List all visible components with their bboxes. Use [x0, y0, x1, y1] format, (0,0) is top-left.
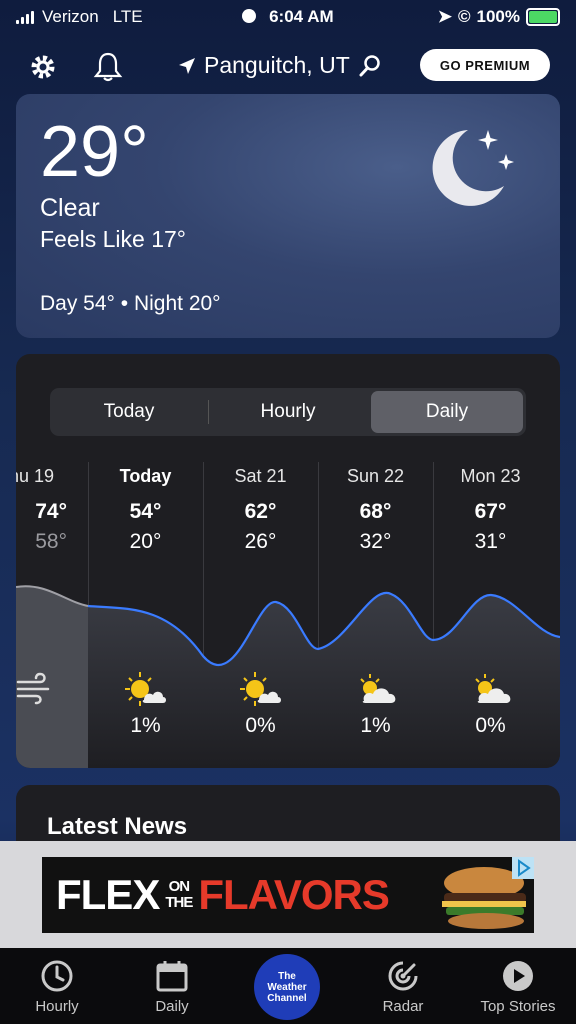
day-label: Sat 21 [234, 466, 287, 486]
day-low: 31° [474, 530, 507, 553]
alarm-icon: © [457, 7, 471, 26]
orientation-lock-icon [242, 9, 257, 23]
battery-icon [526, 8, 560, 26]
calendar-icon [122, 958, 222, 994]
precip-chance: 0% [475, 714, 506, 737]
brand-logo-text: The Weather Channel [267, 971, 306, 1004]
day-low: 58° [35, 530, 67, 553]
forecast-segmented-control: Today Hourly Daily [50, 388, 526, 436]
forecast-day-1[interactable]: Today 54° 20° 1% [88, 466, 203, 737]
day-high: 67° [474, 500, 507, 523]
current-temperature: 29° [40, 112, 149, 192]
app-header: Panguitch, UT GO PREMIUM [0, 44, 576, 88]
day-label: Mon 23 [460, 466, 521, 486]
ad-word-the: THE [165, 894, 193, 911]
sunny-cloud-icon [240, 672, 281, 706]
day-label: Sun 22 [346, 466, 405, 486]
play-icon [468, 958, 568, 994]
bell-icon[interactable] [91, 50, 125, 84]
partly-cloudy-icon [360, 674, 396, 703]
day-label: Today [119, 466, 172, 486]
day-high: 62° [244, 500, 277, 523]
location-arrow-icon: ➤ [437, 7, 452, 26]
tab-bar-daily-label: Daily [155, 998, 189, 1015]
location-selector[interactable]: Panguitch, UT [178, 52, 382, 79]
partly-cloudy-icon [475, 674, 511, 703]
day-high: 74° [35, 500, 67, 523]
ad-banner[interactable]: FLEX ON THE FLAVORS [42, 857, 534, 933]
forecast-day-2[interactable]: Sat 21 62° 26° 0% [203, 466, 318, 737]
forecast-day-4[interactable]: Mon 23 67° 31° 0% [433, 466, 548, 737]
ad-word-flex: FLEX [56, 871, 160, 918]
latest-news-title: Latest News [47, 813, 188, 840]
battery-percent: 100% [476, 7, 520, 26]
brand-line-1: The [278, 970, 296, 982]
brand-line-3: Channel [267, 992, 307, 1004]
tab-bar-radar[interactable]: Radar [353, 958, 453, 1015]
day-low: 20° [129, 530, 162, 553]
day-high: 68° [359, 500, 392, 523]
ad-word-on-the: ON THE [165, 878, 193, 911]
navigation-arrow-icon [179, 57, 195, 74]
precip-chance: 0% [245, 714, 276, 737]
feels-like: Feels Like 17° [40, 226, 186, 252]
tab-bar-daily[interactable]: Daily [122, 958, 222, 1015]
weather-channel-logo-button[interactable]: The Weather Channel [254, 954, 320, 1020]
time-label: 6:04 AM [269, 7, 334, 26]
forecast-card: Today Hourly Daily hu 19 74° 58° Today 5… [16, 354, 560, 768]
tab-bar-hourly[interactable]: Hourly [7, 958, 107, 1015]
tab-bar-radar-label: Radar [382, 998, 424, 1015]
tab-daily[interactable]: Daily [371, 391, 523, 433]
radar-icon [353, 958, 453, 994]
tab-bar-top-stories-label: Top Stories [480, 998, 556, 1015]
day-low: 26° [244, 530, 277, 553]
precip-chance: 1% [360, 714, 391, 737]
ad-headline: FLEX ON THE FLAVORS [56, 871, 390, 919]
ad-word-flavors: FLAVORS [198, 871, 390, 918]
day-label: hu 19 [16, 466, 54, 486]
status-right: ➤ © 100% [438, 7, 560, 27]
day-low: 32° [359, 530, 392, 553]
gear-icon[interactable] [26, 50, 60, 84]
forecast-day-0[interactable]: hu 19 74° 58° [16, 466, 89, 554]
sunny-cloud-icon [125, 672, 166, 706]
precip-chance: 1% [130, 714, 161, 737]
go-premium-button[interactable]: GO PREMIUM [420, 49, 550, 81]
day-high: 54° [129, 500, 162, 523]
moon-stars-icon [428, 124, 520, 221]
ad-choices-icon[interactable] [512, 857, 534, 879]
tab-hourly[interactable]: Hourly [212, 391, 364, 433]
clock-icon [7, 958, 107, 994]
bottom-tab-bar: Hourly Daily The Weather Channel Radar T… [0, 948, 576, 1024]
day-night-temps: Day 54° • Night 20° [40, 292, 221, 315]
current-conditions-card[interactable]: 29° Clear Feels Like 17° Day 54° • Night… [16, 94, 560, 338]
tab-today[interactable]: Today [53, 391, 205, 433]
wind-icon [16, 672, 50, 705]
search-icon[interactable] [358, 54, 382, 78]
tab-bar-hourly-label: Hourly [35, 998, 79, 1015]
ad-banner-container: FLEX ON THE FLAVORS [0, 841, 576, 948]
ad-word-on: ON [168, 878, 190, 895]
brand-line-2: Weather [267, 981, 307, 993]
tab-bar-top-stories[interactable]: Top Stories [468, 958, 568, 1015]
current-condition: Clear [40, 194, 100, 222]
forecast-day-3[interactable]: Sun 22 68° 32° 1% [318, 466, 433, 737]
location-name: Panguitch, UT [204, 52, 350, 78]
segment-divider [208, 400, 209, 424]
status-bar: Verizon LTE 6:04 AM ➤ © 100% [0, 0, 576, 34]
